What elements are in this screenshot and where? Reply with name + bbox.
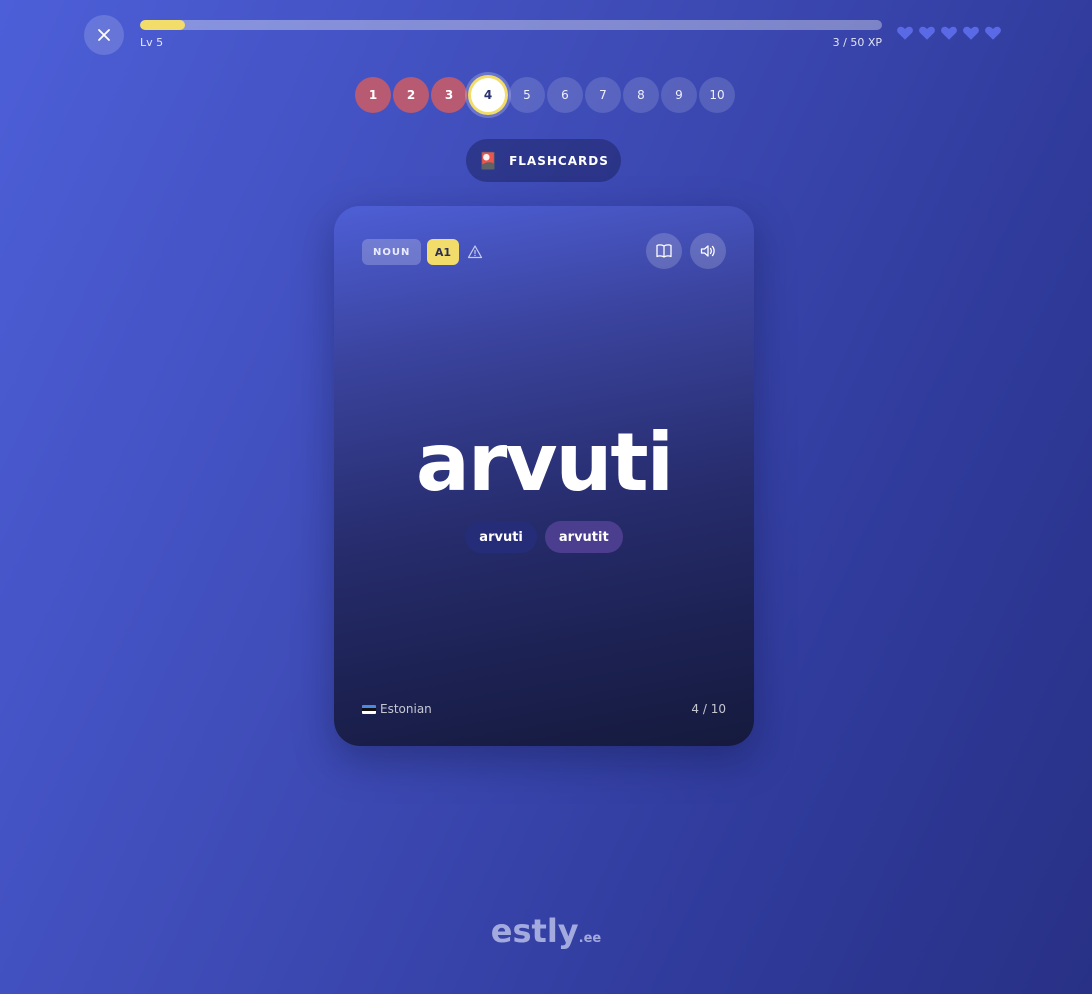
- step-2[interactable]: 2: [393, 77, 429, 113]
- audio-button[interactable]: [690, 233, 726, 269]
- estonia-flag-icon: [362, 704, 376, 714]
- logo-name: estly: [490, 912, 579, 950]
- word-form-chip: arvuti: [465, 521, 537, 553]
- book-icon: [656, 244, 672, 258]
- step-4[interactable]: 4: [471, 78, 505, 112]
- step-3[interactable]: 3: [431, 77, 467, 113]
- xp-label: 3 / 50 XP: [832, 36, 882, 49]
- level-label: Lv 5: [140, 36, 164, 49]
- mode-label: FLASHCARDS: [509, 153, 609, 168]
- mode-pill: 🎴 FLASHCARDS: [466, 139, 621, 182]
- word-form-chip: arvutit: [544, 521, 623, 553]
- step-1[interactable]: 1: [355, 77, 391, 113]
- dictionary-button[interactable]: [646, 233, 682, 269]
- close-button[interactable]: [84, 15, 124, 55]
- card-counter: 4 / 10: [691, 702, 726, 716]
- step-8[interactable]: 8: [623, 77, 659, 113]
- speaker-icon: [700, 245, 715, 257]
- question-steps: 1 2 3 4 5 6 7 8 9 10: [355, 77, 735, 113]
- heart-icon: [963, 26, 979, 40]
- word-forms: arvuti arvutit: [334, 521, 754, 553]
- report-warning-icon[interactable]: [467, 244, 483, 260]
- step-7[interactable]: 7: [585, 77, 621, 113]
- step-10[interactable]: 10: [699, 77, 735, 113]
- flashcard[interactable]: NOUN A1 arvuti arvuti arvutit Estonian 4…: [334, 206, 754, 746]
- language-label: Estonian: [362, 702, 432, 716]
- level-badge: A1: [427, 239, 459, 265]
- step-5[interactable]: 5: [509, 77, 545, 113]
- heart-icon: [941, 26, 957, 40]
- flashcards-icon: 🎴: [478, 151, 500, 170]
- heart-icon: [919, 26, 935, 40]
- language-name: Estonian: [380, 702, 432, 716]
- heart-icon: [985, 26, 1001, 40]
- close-icon: [98, 29, 110, 41]
- step-9[interactable]: 9: [661, 77, 697, 113]
- xp-progress-bar: [140, 20, 882, 30]
- flashcard-word: arvuti: [415, 416, 674, 509]
- xp-progress-fill: [140, 20, 185, 30]
- logo-tld: .ee: [578, 931, 602, 946]
- part-of-speech-badge: NOUN: [362, 239, 422, 265]
- step-6[interactable]: 6: [547, 77, 583, 113]
- estly-logo: estly.ee: [0, 912, 1092, 950]
- heart-icon: [897, 26, 913, 40]
- hearts: [896, 24, 1002, 42]
